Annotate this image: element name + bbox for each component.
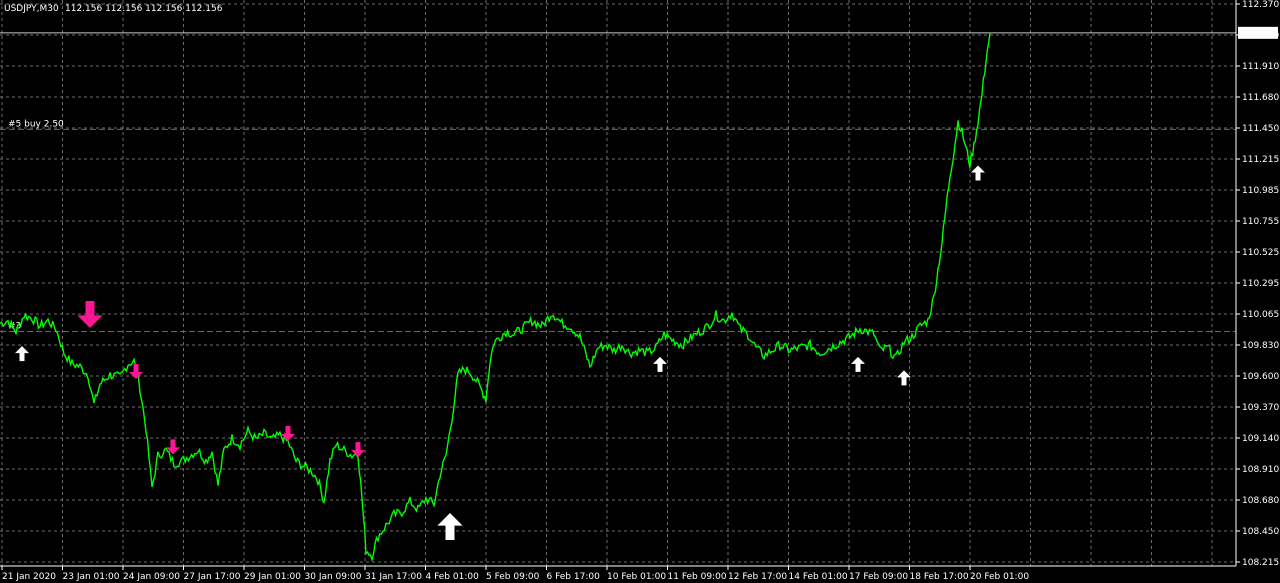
y-tick-label: 111.450 (1242, 124, 1279, 134)
y-tick-label: 108.910 (1242, 465, 1279, 475)
x-tick-label: 12 Feb 17:00 (728, 572, 787, 582)
y-tick-label: 108.680 (1242, 496, 1279, 506)
x-tick-label: 21 Jan 2020 (2, 572, 56, 582)
buy-arrow-icon (437, 513, 463, 541)
y-tick-label: 112.370 (1242, 0, 1279, 10)
y-tick-label: 109.600 (1242, 372, 1279, 382)
grid (0, 0, 1236, 566)
x-tick-label: 18 Feb 17:00 (910, 572, 969, 582)
y-tick-label: 108.450 (1242, 527, 1279, 537)
sell-arrow-icon (129, 363, 143, 379)
x-tick-label: 31 Jan 17:00 (365, 572, 422, 582)
up-arrow-shape (15, 346, 29, 362)
x-tick-label: 20 Feb 01:00 (970, 572, 1029, 582)
chart-canvas[interactable]: #5 buy 2.50#3 112.370112.140111.910111.6… (0, 0, 1280, 583)
x-tick-label: 6 Feb 17:00 (547, 572, 601, 582)
y-tick-label: 109.830 (1242, 341, 1279, 351)
order-level-label: #5 buy 2.50 (8, 119, 64, 129)
down-arrow-shape (129, 363, 143, 379)
axes: 112.370112.140111.910111.680111.450111.2… (0, 0, 1279, 582)
y-tick-label: 110.525 (1242, 248, 1279, 258)
down-arrow-shape (281, 425, 295, 441)
current-price-label: 112.156 (1240, 29, 1277, 39)
y-tick-label: 111.910 (1242, 62, 1279, 72)
x-tick-label: 11 Feb 09:00 (668, 572, 727, 582)
x-tick-label: 29 Jan 01:00 (244, 572, 301, 582)
up-arrow-shape (437, 513, 463, 541)
x-tick-label: 17 Feb 09:00 (849, 572, 908, 582)
x-tick-label: 10 Feb 01:00 (607, 572, 666, 582)
y-tick-label: 110.295 (1242, 279, 1279, 289)
x-tick-label: 30 Jan 09:00 (305, 572, 362, 582)
y-tick-label: 110.755 (1242, 217, 1279, 227)
buy-arrow-icon (851, 356, 865, 372)
x-tick-label: 23 Jan 01:00 (63, 572, 120, 582)
buy-arrow-icon (15, 346, 29, 362)
price-line (0, 32, 991, 563)
x-tick-label: 4 Feb 01:00 (426, 572, 480, 582)
up-arrow-shape (971, 165, 985, 181)
x-tick-label: 24 Jan 09:00 (123, 572, 180, 582)
down-arrow-shape (351, 442, 365, 458)
sell-arrow-icon (351, 442, 365, 458)
price-chart[interactable]: #5 buy 2.50#3 112.370112.140111.910111.6… (0, 0, 1280, 583)
buy-arrow-icon (897, 370, 911, 386)
y-tick-label: 109.140 (1242, 434, 1279, 444)
x-tick-label: 27 Jan 17:00 (184, 572, 241, 582)
symbol-label: USDJPY,M30 (4, 4, 59, 14)
y-tick-label: 111.215 (1242, 155, 1279, 165)
up-arrow-shape (851, 356, 865, 372)
buy-arrow-icon (653, 356, 667, 372)
y-tick-label: 111.680 (1242, 93, 1279, 103)
x-tick-label: 5 Feb 09:00 (486, 572, 540, 582)
y-tick-label: 108.215 (1242, 558, 1279, 568)
x-tick-label: 14 Feb 01:00 (789, 572, 848, 582)
y-tick-label: 110.985 (1242, 186, 1279, 196)
buy-arrow-icon (971, 165, 985, 181)
sell-arrow-icon (281, 425, 295, 441)
ohlc-values: 112.156 112.156 112.156 112.156 (65, 4, 223, 14)
y-tick-label: 109.370 (1242, 403, 1279, 413)
up-arrow-shape (653, 356, 667, 372)
signal-arrows (15, 165, 985, 541)
y-tick-label: 110.065 (1242, 310, 1279, 320)
order-levels: #5 buy 2.50#3 (0, 32, 1236, 333)
chart-header: USDJPY,M30 112.156 112.156 112.156 112.1… (4, 4, 223, 14)
up-arrow-shape (897, 370, 911, 386)
price-series (0, 32, 991, 563)
